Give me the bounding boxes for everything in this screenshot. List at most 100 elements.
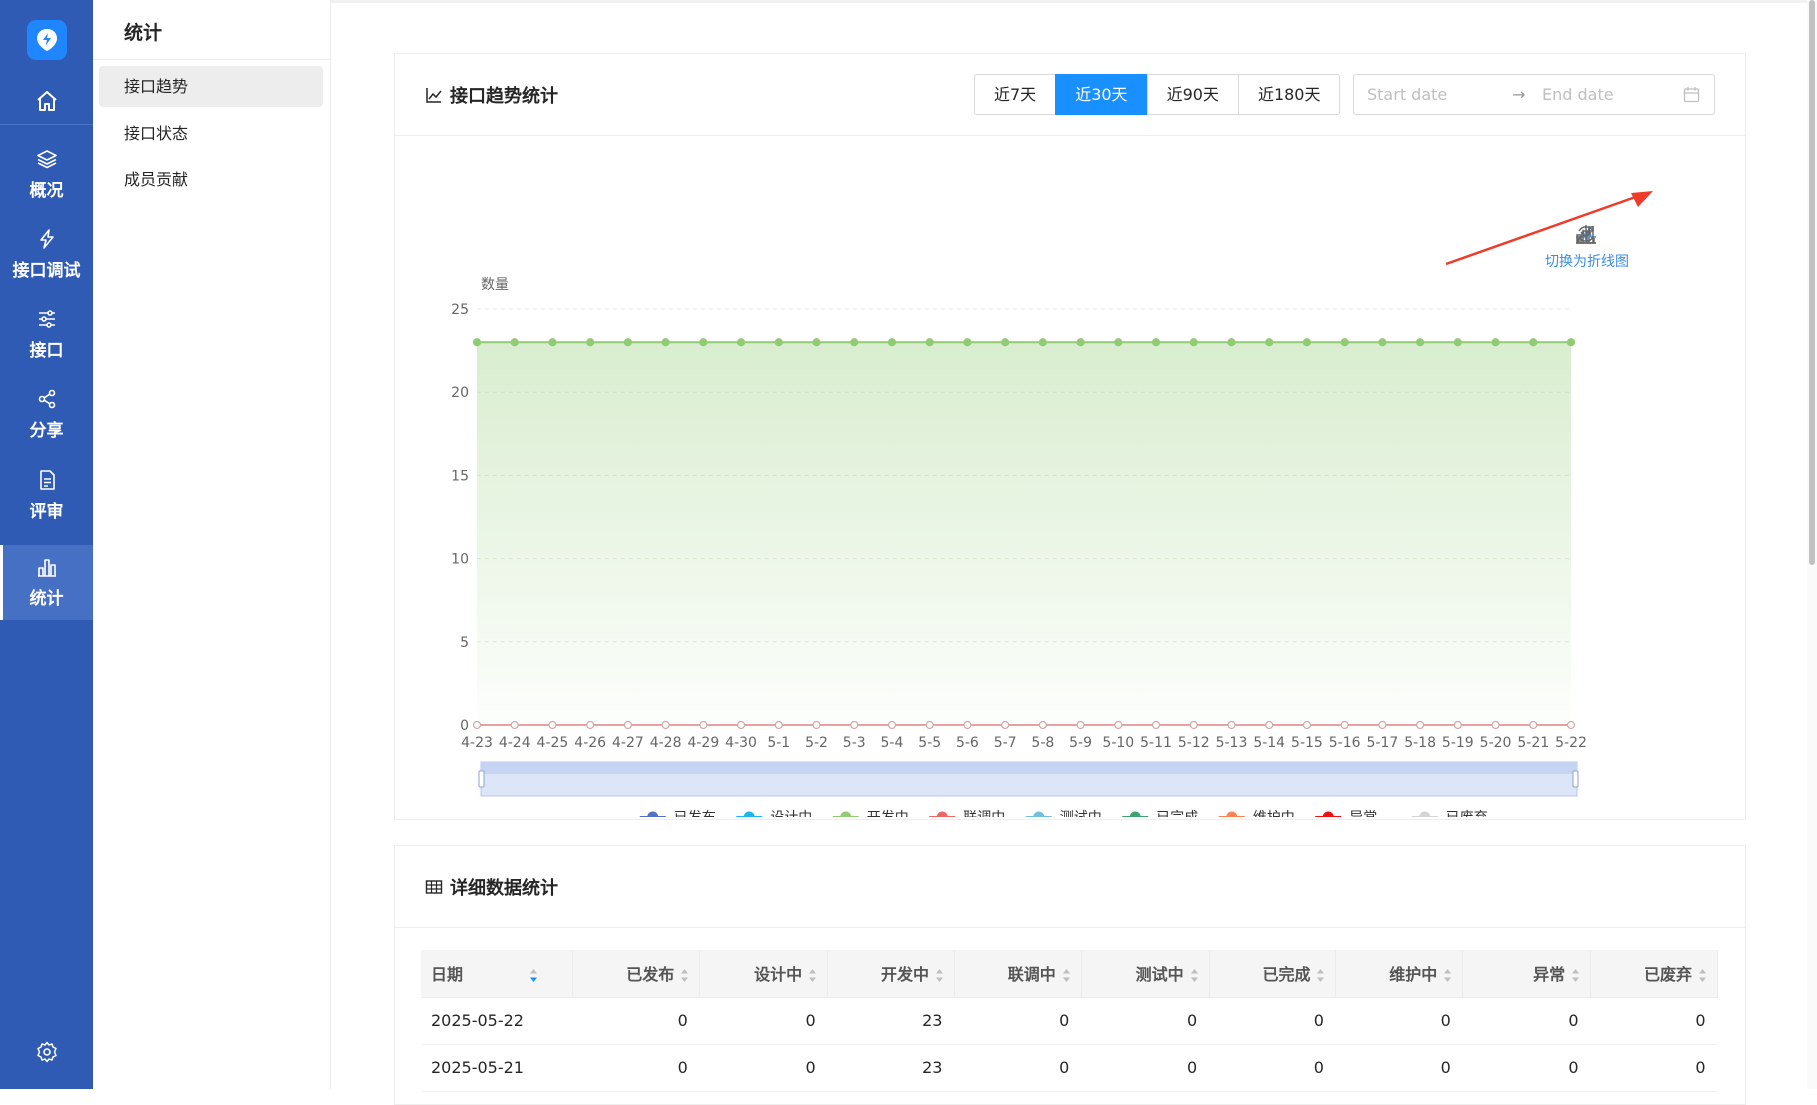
table-cell: 0 (1590, 997, 1718, 1045)
column-header-deprecated[interactable]: 已废弃 (1590, 950, 1718, 998)
scrollbar-thumb[interactable] (1809, 0, 1815, 565)
data-point (623, 338, 632, 347)
range-7-days-button[interactable]: 近7天 (974, 74, 1057, 115)
legend-label: 维护中 (1253, 810, 1295, 817)
table-cell: 0 (1335, 997, 1463, 1045)
table-icon (425, 880, 443, 894)
column-header-testing[interactable]: 测试中 (1081, 950, 1210, 998)
data-point (1038, 338, 1047, 347)
table-cell: 0 (699, 1044, 828, 1092)
data-point (510, 720, 519, 730)
date-range-picker[interactable]: Start date → End date (1353, 74, 1715, 115)
legend-label: 已完成 (1156, 810, 1198, 817)
data-point (1378, 720, 1387, 730)
legend-label: 已发布 (674, 810, 716, 817)
y-axis-label: 数量 (481, 277, 509, 293)
data-point (1416, 720, 1425, 730)
data-point (1302, 720, 1312, 730)
x-tick-label: 5-18 (1404, 735, 1436, 751)
rail-item-api[interactable]: 接口 (0, 307, 93, 361)
detail-card: 详细数据统计 日期 已发布 设计中 开发中 联调中 测试中 已完成 维护中 异常… (394, 845, 1746, 1105)
column-header-designing[interactable]: 设计中 (699, 950, 829, 998)
x-tick-label: 5-16 (1329, 735, 1361, 751)
x-tick-label: 5-21 (1517, 735, 1549, 751)
rail-item-share[interactable]: 分享 (0, 387, 93, 441)
data-point (1340, 338, 1349, 347)
column-header-completed[interactable]: 已完成 (1209, 950, 1337, 998)
rail-item-settings[interactable] (0, 1040, 93, 1069)
column-header-maintaining[interactable]: 维护中 (1335, 950, 1464, 998)
table-cell: 0 (1209, 997, 1336, 1045)
data-point (661, 720, 670, 730)
rail-item-api-debug[interactable]: 接口调试 (0, 227, 93, 281)
lightning-icon (39, 229, 54, 249)
legend-label: 开发中 (867, 810, 909, 817)
rail-active-indicator (0, 545, 3, 620)
column-header-label: 已发布 (626, 965, 675, 985)
data-point (925, 338, 934, 347)
data-point (1378, 338, 1387, 347)
x-tick-label: 4-28 (650, 735, 682, 751)
column-header-date[interactable]: 日期 (421, 950, 574, 998)
sort-icon[interactable] (529, 968, 538, 983)
submenu-item-api-status[interactable]: 接口状态 (99, 113, 323, 154)
data-point (623, 720, 632, 730)
column-header-integrating[interactable]: 联调中 (954, 950, 1082, 998)
sort-icon[interactable] (1316, 968, 1325, 983)
data-point (850, 338, 859, 347)
column-header-published[interactable]: 已发布 (572, 950, 701, 998)
column-header-label: 已完成 (1262, 965, 1311, 985)
sort-icon[interactable] (680, 968, 689, 983)
rail-item-stats[interactable]: 统计 (0, 545, 93, 620)
column-header-abnormal[interactable]: 异常 (1462, 950, 1592, 998)
app-logo[interactable] (27, 20, 67, 60)
legend-marker (840, 811, 852, 817)
range-90-days-button[interactable]: 近90天 (1146, 74, 1239, 115)
end-date-input[interactable]: End date (1542, 85, 1614, 104)
rail-item-label: 接口 (29, 341, 64, 361)
rail-divider (0, 124, 93, 125)
data-point (963, 720, 972, 730)
start-date-input[interactable]: Start date (1367, 85, 1447, 104)
trend-card-title-text: 接口趋势统计 (450, 86, 558, 107)
data-point (1491, 338, 1500, 347)
sort-icon[interactable] (1698, 968, 1707, 983)
data-point (1491, 720, 1500, 730)
x-tick-label: 4-27 (612, 735, 644, 751)
table-cell: 0 (1081, 1044, 1210, 1092)
rail-item-label: 统计 (29, 589, 64, 609)
sort-icon[interactable] (808, 968, 817, 983)
sort-icon[interactable] (1190, 968, 1199, 983)
column-header-developing[interactable]: 开发中 (827, 950, 955, 998)
range-30-days-button[interactable]: 近30天 (1055, 74, 1148, 115)
column-header-label: 测试中 (1135, 965, 1184, 985)
datazoom-selected-range (481, 762, 1577, 774)
data-point (1114, 720, 1123, 730)
sort-icon[interactable] (1571, 968, 1580, 983)
submenu-item-member-contribution[interactable]: 成员贡献 (99, 159, 323, 200)
x-tick-label: 5-20 (1480, 735, 1512, 751)
data-point (1001, 338, 1010, 347)
legend-marker (1419, 811, 1431, 817)
sort-icon[interactable] (1062, 968, 1071, 983)
table-row: 2025-05-21 0 0 23 0 0 0 0 0 0 (421, 1044, 1718, 1092)
detail-table: 日期 已发布 设计中 开发中 联调中 测试中 已完成 维护中 异常 已废弃 20… (421, 950, 1718, 1092)
data-point (1416, 338, 1425, 347)
sort-icon[interactable] (1443, 968, 1452, 983)
rail-item-home[interactable] (0, 89, 93, 118)
data-point (472, 338, 482, 347)
column-header-label: 已废弃 (1643, 965, 1692, 985)
range-180-days-button[interactable]: 近180天 (1237, 74, 1341, 115)
rail-item-label: 评审 (29, 502, 64, 522)
page-scrollbar[interactable] (1807, 0, 1817, 1089)
data-point (1529, 338, 1538, 347)
sort-icon[interactable] (935, 968, 944, 983)
data-point (1038, 720, 1047, 730)
submenu-item-api-trend[interactable]: 接口趋势 (99, 66, 323, 107)
x-tick-label: 5-7 (994, 735, 1017, 751)
trend-card-header: 接口趋势统计 近7天 近30天 近90天 近180天 Start date → … (395, 54, 1745, 136)
rail-item-overview[interactable]: 概况 (0, 147, 93, 201)
submenu-title: 统计 (93, 0, 330, 60)
data-point (548, 720, 557, 730)
rail-item-review[interactable]: 评审 (0, 468, 93, 522)
